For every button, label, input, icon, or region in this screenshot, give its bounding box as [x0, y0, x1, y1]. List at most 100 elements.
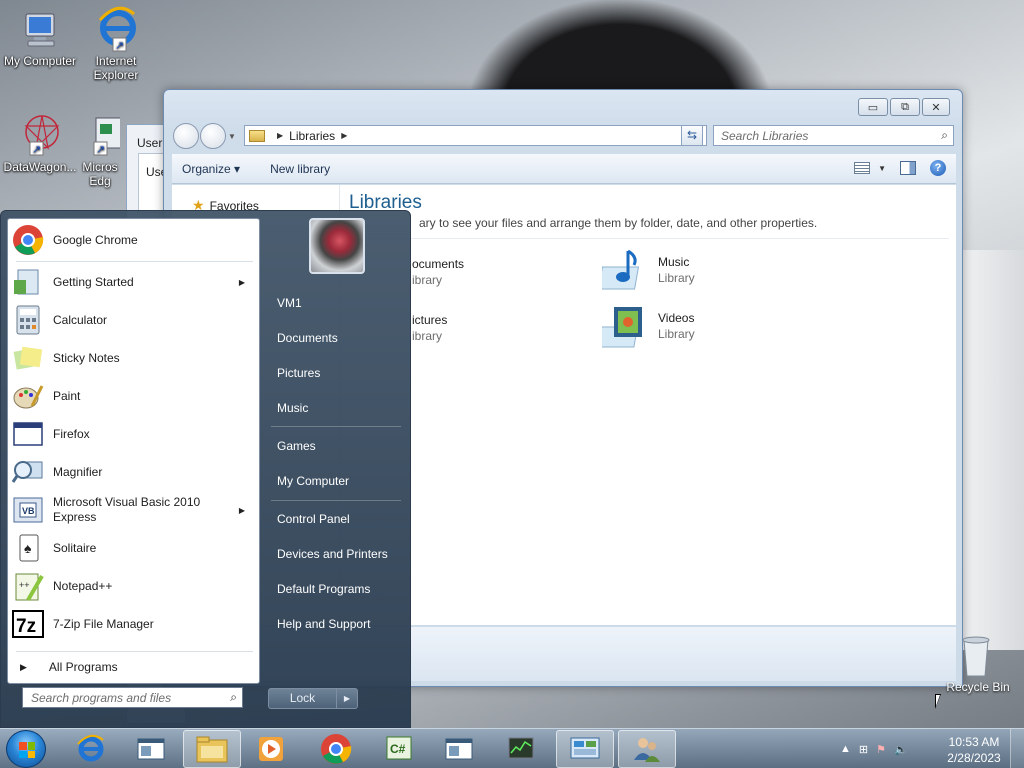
program-notepad-plus-plus[interactable]: ++ Notepad++ — [12, 570, 255, 602]
chevron-down-icon: ▼ — [878, 163, 886, 173]
divider — [349, 238, 949, 239]
taskbar: C# ▲ ⊞ ⚑ 🔈 10:53 AM 2/28/2023 — [0, 728, 1024, 768]
program-firefox[interactable]: Firefox — [12, 418, 255, 450]
divider — [271, 426, 401, 427]
internet-explorer-icon: ↗ — [98, 6, 136, 52]
search-icon[interactable]: ⌕ — [941, 128, 948, 143]
chrome-icon — [321, 734, 352, 764]
desktop-icon-label: My Computer — [3, 54, 77, 68]
organize-menu[interactable]: Organize ▾ — [182, 162, 240, 176]
start-right-pictures[interactable]: Pictures — [277, 366, 320, 380]
start-right-help[interactable]: Help and Support — [277, 617, 370, 631]
minimize-button[interactable]: ▭ — [858, 98, 888, 116]
all-programs-button[interactable]: ▶ All Programs — [20, 660, 118, 674]
command-bar: Organize ▾ New library ▼ ? — [172, 154, 956, 184]
view-icon — [854, 162, 871, 174]
start-right-music[interactable]: Music — [277, 401, 308, 415]
taskbar-window[interactable] — [122, 730, 180, 768]
library-pictures[interactable]: ictures ibrary — [412, 313, 447, 343]
chrome-icon — [13, 225, 44, 255]
library-music[interactable]: Music Library — [602, 247, 695, 293]
start-right-documents[interactable]: Documents — [277, 331, 338, 345]
minimize-icon: ▭ — [867, 101, 879, 114]
svg-text:VB: VB — [22, 506, 35, 516]
breadcrumb-libraries[interactable]: Libraries — [289, 129, 335, 143]
navigation-buttons: ▼ — [173, 123, 237, 149]
back-button[interactable] — [173, 123, 199, 149]
start-search-input[interactable]: Search programs and files ⌕ — [22, 687, 243, 708]
desktop-icon-label: Internet Explorer — [93, 54, 139, 82]
start-right-devices[interactable]: Devices and Printers — [277, 547, 388, 561]
desktop-icon-edge[interactable]: ↗ Micros Edg — [78, 116, 122, 188]
lock-button[interactable]: Lock — [269, 689, 337, 708]
start-button[interactable] — [6, 730, 46, 768]
clock-date: 2/28/2023 — [947, 751, 1001, 765]
program-calculator[interactable]: Calculator — [12, 304, 255, 336]
svg-text:♠: ♠ — [24, 540, 32, 556]
new-library-button[interactable]: New library — [270, 162, 330, 176]
mouse-cursor-fill — [936, 695, 940, 706]
program-visual-basic[interactable]: VB Microsoft Visual Basic 2010 Express ▶ — [12, 494, 255, 526]
visual-basic-icon: VB — [13, 497, 43, 523]
magnifier-icon — [12, 461, 43, 483]
start-right-control-panel[interactable]: Control Panel — [277, 512, 350, 526]
library-videos[interactable]: Videos Library — [602, 301, 695, 351]
program-google-chrome[interactable]: Google Chrome — [12, 224, 255, 256]
program-paint[interactable]: Paint — [12, 380, 255, 412]
show-hidden-icons-button[interactable]: ▲ — [840, 743, 851, 755]
maximize-button[interactable]: ⧉ — [890, 98, 920, 116]
desktop-icon-recycle-bin[interactable]: Recycle Bin — [938, 632, 1018, 694]
refresh-button[interactable]: ⇆ — [681, 125, 703, 146]
start-right-default-programs[interactable]: Default Programs — [277, 582, 370, 596]
taskbar-chrome[interactable] — [307, 730, 365, 768]
action-center-icon[interactable]: ⚑ — [876, 743, 886, 756]
network-icon[interactable]: ⊞ — [859, 743, 868, 756]
program-magnifier[interactable]: Magnifier — [12, 456, 255, 488]
desktop-icon-datawagon[interactable]: ↗ DataWagon... — [0, 112, 80, 174]
start-right-user[interactable]: VM1 — [277, 296, 302, 310]
taskbar-internet-explorer[interactable] — [62, 730, 120, 768]
recent-pages-dropdown[interactable]: ▼ — [227, 123, 237, 149]
taskbar-file-explorer[interactable] — [183, 730, 241, 768]
edge-icon: ↗ — [93, 117, 120, 156]
desktop-icon-internet-explorer[interactable]: ↗ Internet Explorer — [76, 6, 156, 82]
start-right-computer[interactable]: My Computer — [277, 474, 349, 488]
forward-button[interactable] — [200, 123, 226, 149]
computer-icon — [25, 13, 55, 47]
start-right-games[interactable]: Games — [277, 439, 316, 453]
taskbar-users[interactable] — [618, 730, 676, 768]
help-icon[interactable]: ? — [930, 160, 946, 176]
library-documents[interactable]: ocuments ibrary — [412, 257, 464, 287]
taskbar-media-player[interactable] — [242, 730, 300, 768]
restore-icon: ⧉ — [901, 100, 909, 113]
user-avatar[interactable] — [309, 218, 365, 274]
taskbar-csharp[interactable]: C# — [370, 730, 428, 768]
address-bar[interactable]: ▶ Libraries ▶ ▼ — [244, 125, 707, 146]
preview-pane-button[interactable] — [900, 161, 916, 175]
search-libraries-input[interactable]: Search Libraries ⌕ — [713, 125, 954, 146]
desktop-icon-my-computer[interactable]: My Computer — [0, 10, 80, 68]
change-view-button[interactable]: ▼ — [854, 162, 886, 174]
program-sticky-notes[interactable]: Sticky Notes — [12, 342, 255, 374]
taskbar-clock[interactable]: 10:53 AM 2/28/2023 — [944, 734, 1004, 766]
volume-icon[interactable]: 🔈 — [894, 743, 908, 756]
taskbar-control-panel[interactable] — [556, 730, 614, 768]
show-desktop-button[interactable] — [1010, 729, 1024, 768]
internet-explorer-icon — [77, 734, 104, 762]
shutdown-options-button[interactable]: ▶ — [337, 689, 357, 708]
program-solitaire[interactable]: ♠ Solitaire — [12, 532, 255, 564]
breadcrumb-arrow-icon[interactable]: ▶ — [277, 131, 283, 140]
close-button[interactable]: ✕ — [922, 98, 950, 116]
divider — [16, 651, 253, 652]
task-manager-icon — [508, 737, 534, 759]
datawagon-icon: ↗ — [24, 115, 60, 156]
taskbar-task-manager[interactable] — [492, 730, 550, 768]
chevron-down-icon: ▼ — [228, 131, 236, 141]
program-7zip[interactable]: 7z 7-Zip File Manager — [12, 608, 255, 640]
taskbar-window-2[interactable] — [430, 730, 488, 768]
csharp-icon: C# — [386, 736, 412, 760]
breadcrumb-arrow-icon[interactable]: ▶ — [341, 131, 347, 140]
program-getting-started[interactable]: Getting Started ▶ — [12, 266, 255, 298]
users-icon — [634, 738, 660, 762]
svg-text:C#: C# — [390, 742, 406, 756]
